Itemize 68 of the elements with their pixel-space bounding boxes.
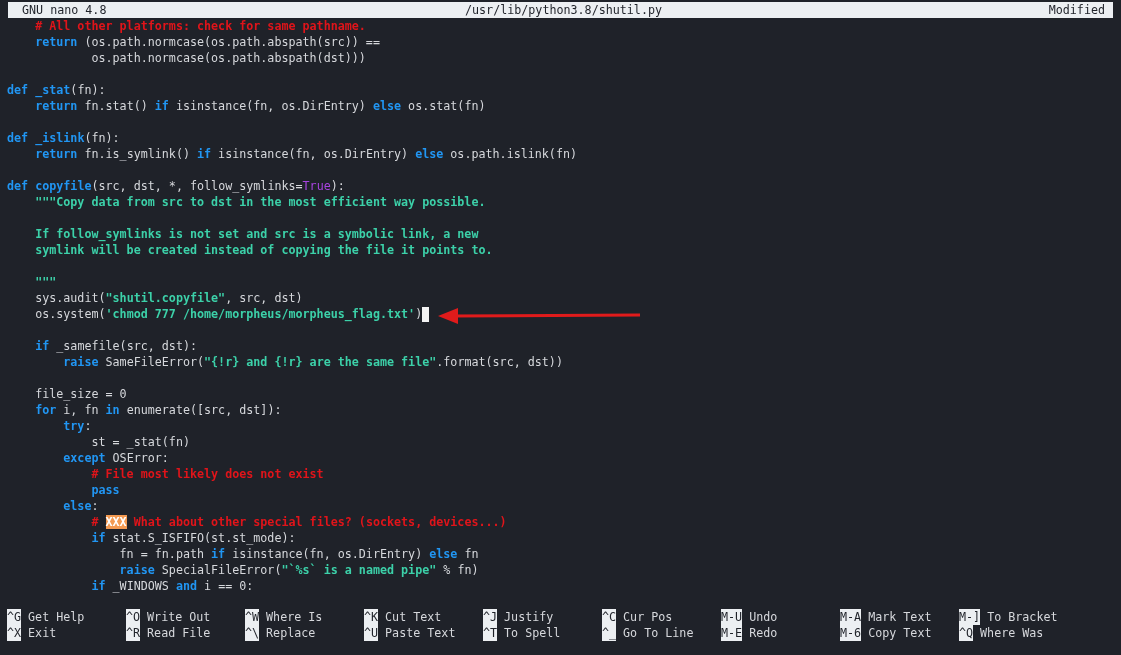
app-version: GNU nano 4.8 [22, 3, 107, 17]
shortcut-key: ^_ [602, 625, 617, 641]
code-line: # All other platforms: check for same pathname. [34, 18, 366, 34]
code-line: return fn.stat() if isinstance(fn, os.DirEntry) else os.stat(fn) [34, 98, 486, 114]
shortcut-label: Get Help [28, 609, 85, 625]
code-line: def _islink(fn): [7, 130, 120, 146]
shortcut-label: Redo [749, 625, 778, 641]
code-line: # XXX What about other special files? (sockets, devices...) [90, 514, 507, 530]
shortcut-label: Go To Line [623, 625, 694, 641]
code-line: file_size = 0 [34, 386, 127, 402]
code-line: If follow_symlinks is not set and src is a symbolic link, a new [34, 226, 479, 242]
shortcut-label: Mark Text [868, 609, 932, 625]
shortcut-label: Read File [147, 625, 211, 641]
code-line: try: [62, 418, 92, 434]
code-line: # File most likely does not exist [90, 466, 324, 482]
code-line: for i, fn in enumerate([src, dst]): [34, 402, 282, 418]
code-line: sys.audit("shutil.copyfile", src, dst) [34, 290, 303, 306]
shortcut-key: ^Q [959, 625, 974, 641]
code-line: else: [62, 498, 99, 514]
shortcut-label: Justify [504, 609, 554, 625]
file-path: /usr/lib/python3.8/shutil.py [465, 3, 662, 17]
shortcut-key: ^R [126, 625, 141, 641]
shortcut-key: M-] [959, 609, 981, 625]
code-line: return fn.is_symlink() if isinstance(fn, os.DirEntry) else os.path.islink(fn) [34, 146, 577, 162]
code-line: if stat.S_ISFIFO(st.st_mode): [90, 530, 296, 546]
shortcut-label: To Spell [504, 625, 561, 641]
code-line: except OSError: [62, 450, 169, 466]
shortcut-label: Paste Text [385, 625, 456, 641]
shortcut-key: M-U [721, 609, 743, 625]
code-line: """ [34, 274, 57, 290]
shortcut-key: M-A [840, 609, 862, 625]
shortcut-key: M-6 [840, 625, 862, 641]
code-line: pass [90, 482, 120, 498]
code-line: raise SameFileError("{!r} and {!r} are the same file".format(src, dst)) [62, 354, 563, 370]
code-line: """Copy data from src to dst in the most efficient way possible. [34, 194, 486, 210]
shortcut-label: Where Is [266, 609, 323, 625]
shortcut-key: M-E [721, 625, 743, 641]
shortcut-key: ^W [245, 609, 260, 625]
code-line: def copyfile(src, dst, *, follow_symlinks=True): [7, 178, 345, 194]
code-line: if _samefile(src, dst): [34, 338, 197, 354]
code-line: os.path.normcase(os.path.abspath(dst))) [90, 50, 366, 66]
shortcut-key: ^J [483, 609, 498, 625]
shortcut-key: ^G [7, 609, 22, 625]
code-line: raise SpecialFileError("`%s` is a named pipe" % fn) [118, 562, 479, 578]
code-line: def _stat(fn): [7, 82, 106, 98]
shortcut-key: ^T [483, 625, 498, 641]
shortcut-key: ^U [364, 625, 379, 641]
code-line: os.system('chmod 777 /home/morpheus/morpheus_flag.txt') [34, 306, 423, 322]
shortcut-label: Cur Pos [623, 609, 673, 625]
shortcut-label: Undo [749, 609, 778, 625]
shortcut-label: Where Was [980, 625, 1044, 641]
shortcut-label: To Bracket [987, 609, 1058, 625]
shortcut-label: Replace [266, 625, 316, 641]
shortcut-label: Write Out [147, 609, 211, 625]
code-line: fn = fn.path if isinstance(fn, os.DirEntry) else fn [118, 546, 479, 562]
shortcut-key: ^K [364, 609, 379, 625]
code-line: symlink will be created instead of copying the file it points to. [34, 242, 493, 258]
shortcut-key: ^C [602, 609, 617, 625]
code-line: if _WINDOWS and i == 0: [90, 578, 254, 594]
shortcut-label: Exit [28, 625, 57, 641]
code-line: st = _stat(fn) [90, 434, 190, 450]
shortcut-key: ^\ [245, 625, 260, 641]
code-line: return (os.path.normcase(os.path.abspath(src)) == [34, 34, 380, 50]
modified-status: Modified [1048, 3, 1105, 17]
shortcut-key: ^X [7, 625, 22, 641]
shortcut-key: ^O [126, 609, 141, 625]
shortcut-label: Copy Text [868, 625, 932, 641]
shortcut-label: Cut Text [385, 609, 442, 625]
